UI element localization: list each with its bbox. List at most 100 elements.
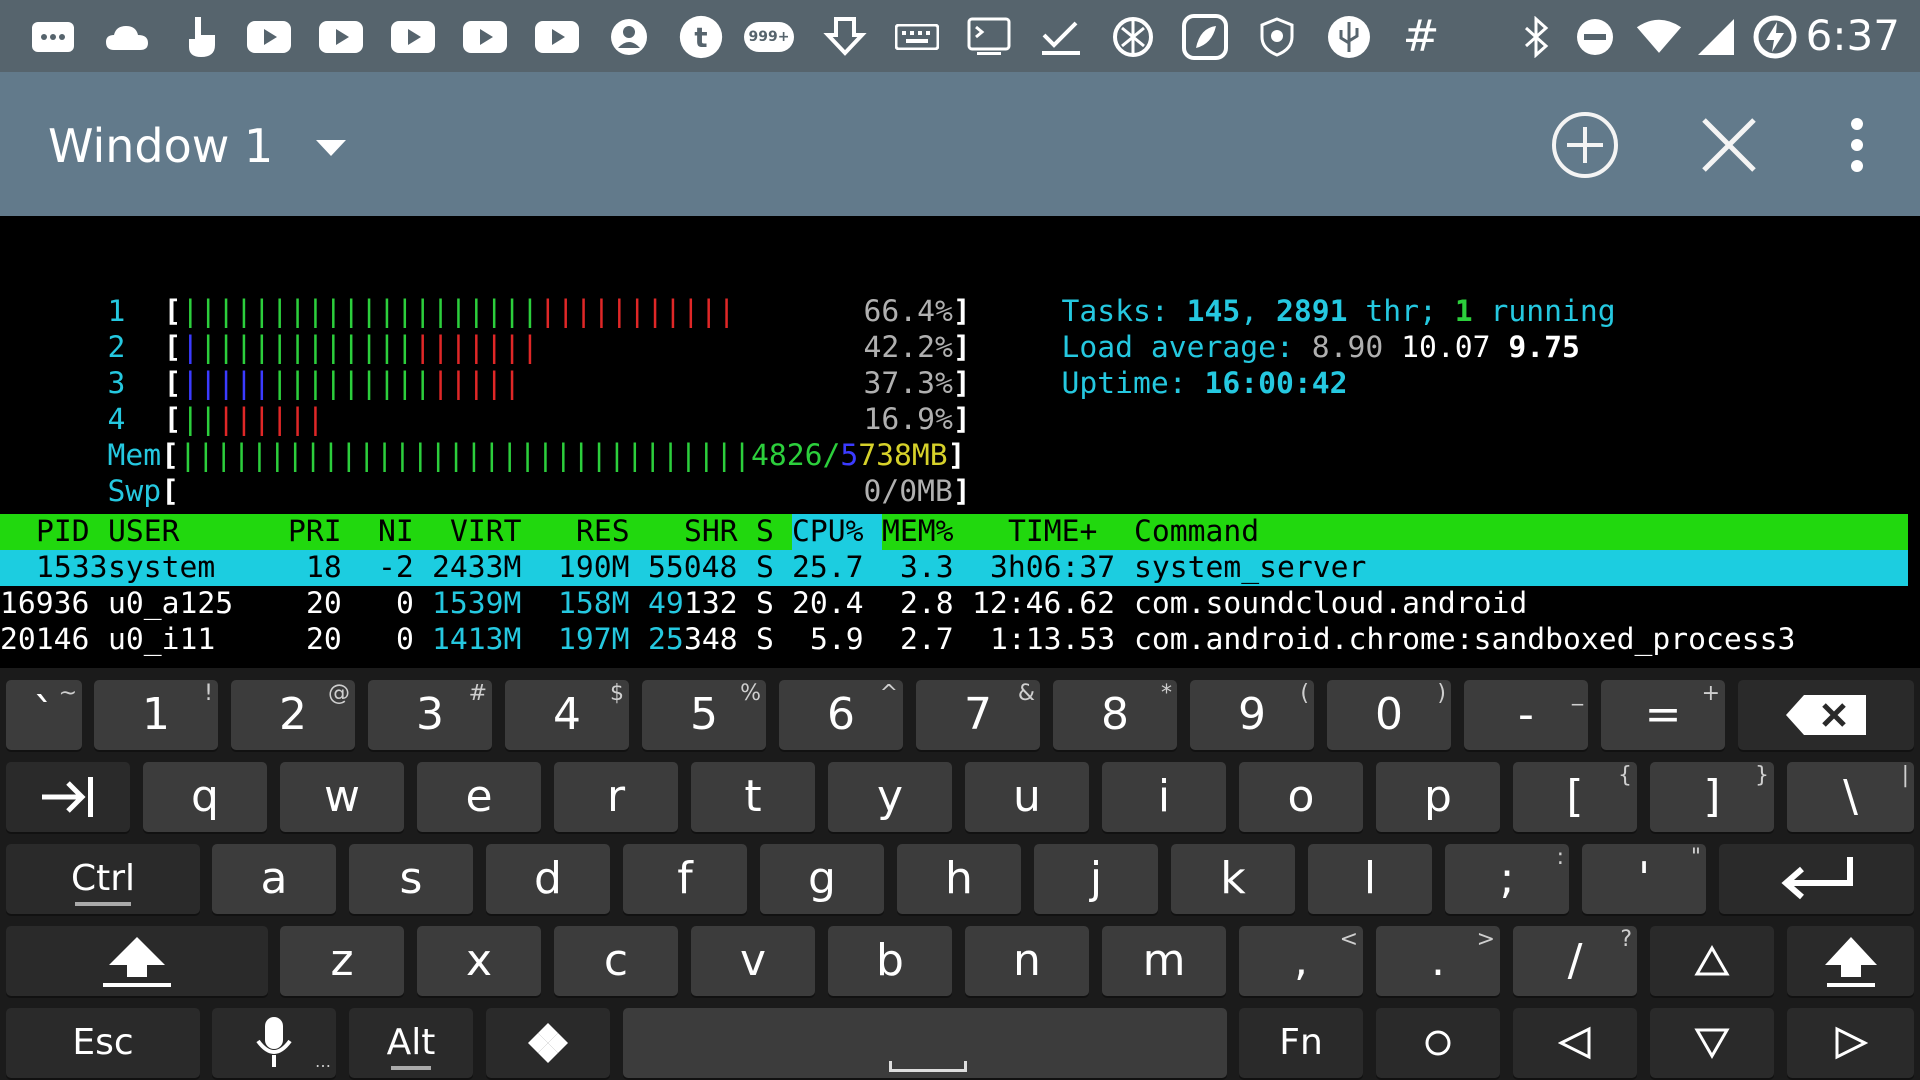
key-4[interactable]: 4 $ [505, 680, 629, 750]
window-selector-title[interactable]: Window 1 [48, 118, 273, 174]
key-9[interactable]: 9( [1190, 680, 1314, 750]
process-ni: 0 [396, 586, 414, 621]
process-row-selected[interactable]: 1533 system 18 -2 2433M 190M 55048 S 25.… [0, 550, 1908, 586]
key-n[interactable]: n [965, 926, 1089, 996]
column-pid[interactable]: PID [36, 514, 90, 550]
arrow-up-key[interactable] [1650, 926, 1774, 996]
key-comma[interactable]: , < [1239, 926, 1363, 996]
key-7[interactable]: 7 & [916, 680, 1040, 750]
key-minus[interactable]: - _ [1464, 680, 1588, 750]
key-3[interactable]: 3 # [368, 680, 492, 750]
column-mem[interactable]: MEM% [882, 514, 954, 550]
cloud-icon [104, 14, 150, 60]
add-window-button[interactable] [1548, 108, 1622, 182]
key-2[interactable]: 2 @ [231, 680, 355, 750]
fn-key[interactable]: Fn [1239, 1008, 1363, 1078]
key-w[interactable]: w [280, 762, 404, 832]
column-time[interactable]: TIME+ [1008, 514, 1097, 550]
column-user[interactable]: USER [108, 514, 180, 550]
column-ni[interactable]: NI [378, 514, 414, 550]
key-s[interactable]: s [349, 844, 473, 914]
key-p[interactable]: p [1376, 762, 1500, 832]
key-c[interactable]: c [554, 926, 678, 996]
key-h[interactable]: h [897, 844, 1021, 914]
key-y[interactable]: y [828, 762, 952, 832]
column-pri[interactable]: PRI [288, 514, 342, 550]
key-slash[interactable]: /? [1513, 926, 1637, 996]
key-m[interactable]: m [1102, 926, 1226, 996]
process-command: system_server [1134, 550, 1367, 585]
arrow-down-key[interactable] [1650, 1008, 1774, 1078]
key-k[interactable]: k [1171, 844, 1295, 914]
key-x[interactable]: x [417, 926, 541, 996]
key-f[interactable]: f [623, 844, 747, 914]
key-t[interactable]: t [691, 762, 815, 832]
alt-key[interactable]: Alt [349, 1008, 473, 1078]
key-u[interactable]: u [965, 762, 1089, 832]
column-state[interactable]: S [756, 514, 774, 550]
key-e[interactable]: e [417, 762, 541, 832]
key-v[interactable]: v [691, 926, 815, 996]
key-r[interactable]: r [554, 762, 678, 832]
process-state: S [756, 550, 774, 585]
uptime-line: Uptime: 16:00:42 [1061, 366, 1348, 401]
key-1[interactable]: 1! [94, 680, 218, 750]
triangle-left-icon [1558, 1026, 1591, 1060]
space-icon [889, 1061, 967, 1072]
cpu-bar-2: [|||||||||||||||||||| [163, 330, 539, 365]
arrow-left-key[interactable] [1513, 1008, 1637, 1078]
shift-icon [1824, 937, 1877, 987]
process-row[interactable]: 20146 u0_i11 20 0 1413M 197M 25 348 S 5.… [0, 622, 1908, 658]
ctrl-key[interactable]: Ctrl [6, 844, 200, 914]
key-j[interactable]: j [1034, 844, 1158, 914]
key-backtick[interactable]: ` ~ [6, 680, 82, 750]
overflow-menu-button[interactable] [1820, 108, 1894, 182]
key-a[interactable]: a [212, 844, 336, 914]
column-cpu[interactable]: CPU% [792, 514, 882, 550]
close-window-button[interactable] [1692, 108, 1766, 182]
key-b[interactable]: b [828, 926, 952, 996]
key-equals[interactable]: = + [1601, 680, 1725, 750]
message-icon [30, 14, 76, 60]
key-i[interactable]: i [1102, 762, 1226, 832]
dpad-key[interactable] [486, 1008, 610, 1078]
enter-key[interactable] [1719, 844, 1914, 914]
key-quote[interactable]: ' " [1582, 844, 1706, 914]
key-l[interactable]: l [1308, 844, 1432, 914]
voice-input-key[interactable]: … [212, 1008, 336, 1078]
column-shr[interactable]: SHR [684, 514, 738, 550]
key-0[interactable]: 0) [1327, 680, 1451, 750]
chevron-down-icon[interactable] [314, 138, 348, 162]
key-q[interactable]: q [143, 762, 267, 832]
column-command[interactable]: Command [1134, 514, 1259, 550]
tab-icon [42, 777, 93, 817]
tab-key[interactable] [6, 762, 130, 832]
key-right-bracket[interactable]: ]} [1650, 762, 1774, 832]
key-o[interactable]: o [1239, 762, 1363, 832]
space-key[interactable] [623, 1008, 1227, 1078]
swp-value: 0/0MB] [863, 474, 971, 509]
home-key[interactable] [1376, 1008, 1500, 1078]
key-left-bracket[interactable]: [{ [1513, 762, 1637, 832]
column-res[interactable]: RES [576, 514, 630, 550]
column-virt[interactable]: VIRT [450, 514, 522, 550]
swp-meter: Swp[ [107, 474, 180, 509]
key-backslash[interactable]: \ | [1787, 762, 1914, 832]
cpu-bar-3: [||||||||||||||||||| [163, 366, 522, 401]
keyboard-icon [894, 14, 940, 60]
key-8[interactable]: 8 * [1053, 680, 1177, 750]
shift-key-left[interactable] [6, 926, 268, 996]
key-z[interactable]: z [280, 926, 404, 996]
process-row[interactable]: 16936 u0_a125 20 0 1539M 158M 49 132 S 2… [0, 586, 1908, 622]
key-semicolon[interactable]: ;: [1445, 844, 1569, 914]
key-5[interactable]: 5% [642, 680, 766, 750]
key-g[interactable]: g [760, 844, 884, 914]
shift-key-right[interactable] [1787, 926, 1914, 996]
key-d[interactable]: d [486, 844, 610, 914]
arrow-right-key[interactable] [1787, 1008, 1914, 1078]
esc-key[interactable]: Esc [6, 1008, 200, 1078]
key-period[interactable]: . > [1376, 926, 1500, 996]
backspace-key[interactable] [1738, 680, 1914, 750]
key-6[interactable]: 6 ^ [779, 680, 903, 750]
process-virt: 2433M [432, 550, 522, 585]
